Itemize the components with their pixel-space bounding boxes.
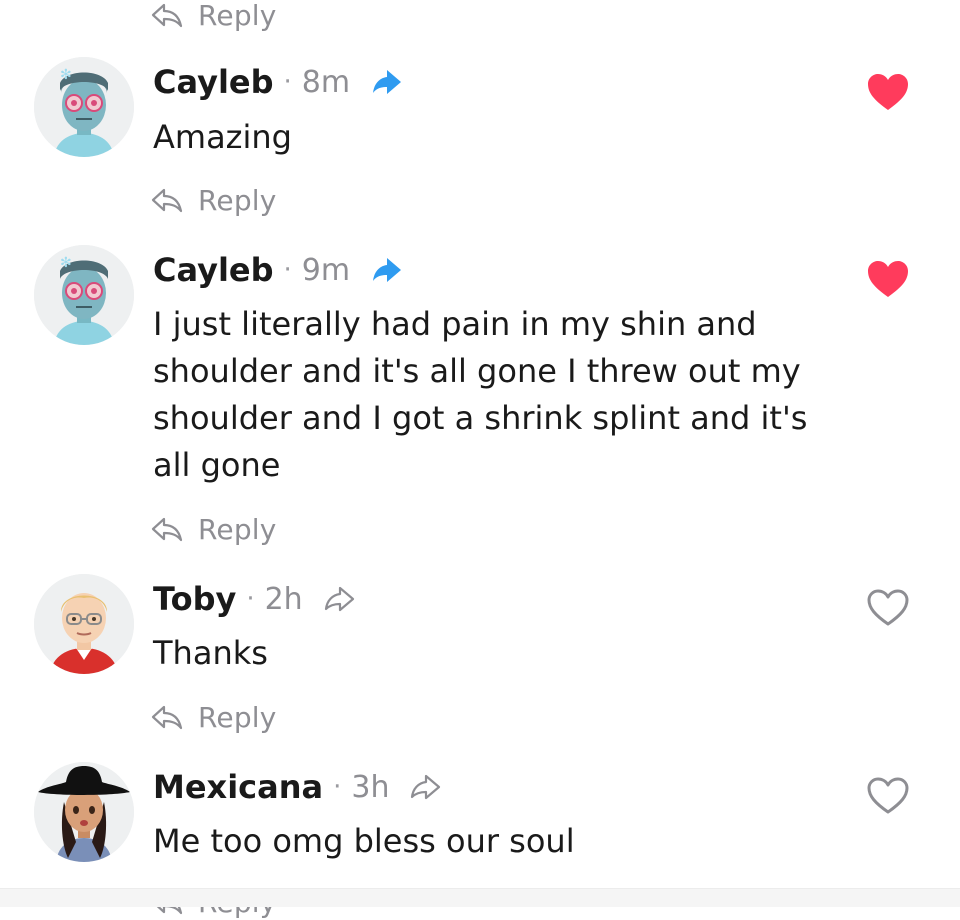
author-name[interactable]: Cayleb: [153, 63, 274, 101]
like-button[interactable]: [866, 259, 910, 299]
separator-dot: ·: [333, 772, 342, 802]
reply-button[interactable]: Reply: [150, 0, 277, 33]
timestamp: 3h: [351, 769, 390, 805]
reply-button[interactable]: Reply: [150, 511, 277, 547]
timestamp: 8m: [301, 64, 351, 100]
svg-text:✻: ✻: [60, 67, 72, 83]
heart-filled-icon: [868, 74, 908, 110]
bitmoji-avatar-mexicana: [34, 762, 134, 862]
comment-text: I just literally had pain in my shin and…: [153, 305, 808, 484]
author-name[interactable]: Cayleb: [153, 251, 274, 289]
comment-header: Cayleb · 8m: [153, 60, 404, 104]
timestamp: 2h: [264, 581, 303, 617]
bitmoji-avatar-toby: [34, 574, 134, 674]
comment-text: Amazing: [153, 118, 292, 156]
comment-thread: Reply ✻ Cayleb · 8m Amazing Reply ✻ Cayl…: [0, 0, 960, 919]
heart-outline-icon: [867, 777, 909, 814]
svg-text:✻: ✻: [60, 255, 72, 271]
avatar[interactable]: ✻: [34, 57, 134, 157]
share-arrow-filled-icon[interactable]: [370, 67, 404, 97]
avatar[interactable]: [34, 574, 134, 674]
separator-dot: ·: [283, 255, 292, 285]
share-arrow-outline-icon[interactable]: [409, 772, 443, 802]
author-name[interactable]: Toby: [153, 580, 236, 618]
reply-arrow-icon: [151, 705, 183, 730]
author-name[interactable]: Mexicana: [153, 768, 323, 806]
like-button[interactable]: [866, 72, 910, 112]
heart-outline-icon: [867, 589, 909, 626]
reply-button[interactable]: Reply: [150, 182, 277, 218]
timestamp: 9m: [301, 252, 351, 288]
bitmoji-avatar-cayleb: ✻: [34, 57, 134, 157]
bottom-bar-edge: [0, 888, 960, 907]
heart-filled-icon: [868, 261, 908, 297]
reply-label: Reply: [198, 183, 277, 217]
like-button[interactable]: [866, 776, 910, 816]
reply-label: Reply: [198, 512, 277, 546]
reply-arrow-icon: [151, 188, 183, 213]
comment-text: Me too omg bless our soul: [153, 822, 575, 860]
comment-header: Toby · 2h: [153, 577, 357, 621]
avatar[interactable]: ✻: [34, 245, 134, 345]
reply-arrow-icon: [151, 517, 183, 542]
reply-label: Reply: [198, 0, 277, 32]
comment-text: Thanks: [153, 634, 268, 672]
avatar[interactable]: [34, 762, 134, 862]
share-arrow-filled-icon[interactable]: [370, 255, 404, 285]
reply-arrow-icon: [151, 3, 183, 28]
bitmoji-avatar-cayleb: ✻: [34, 245, 134, 345]
comment-header: Cayleb · 9m: [153, 248, 404, 292]
separator-dot: ·: [283, 67, 292, 97]
reply-button[interactable]: Reply: [150, 699, 277, 735]
like-button[interactable]: [866, 588, 910, 628]
comment-header: Mexicana · 3h: [153, 765, 443, 809]
separator-dot: ·: [246, 584, 255, 614]
share-arrow-outline-icon[interactable]: [323, 584, 357, 614]
reply-label: Reply: [198, 700, 277, 734]
